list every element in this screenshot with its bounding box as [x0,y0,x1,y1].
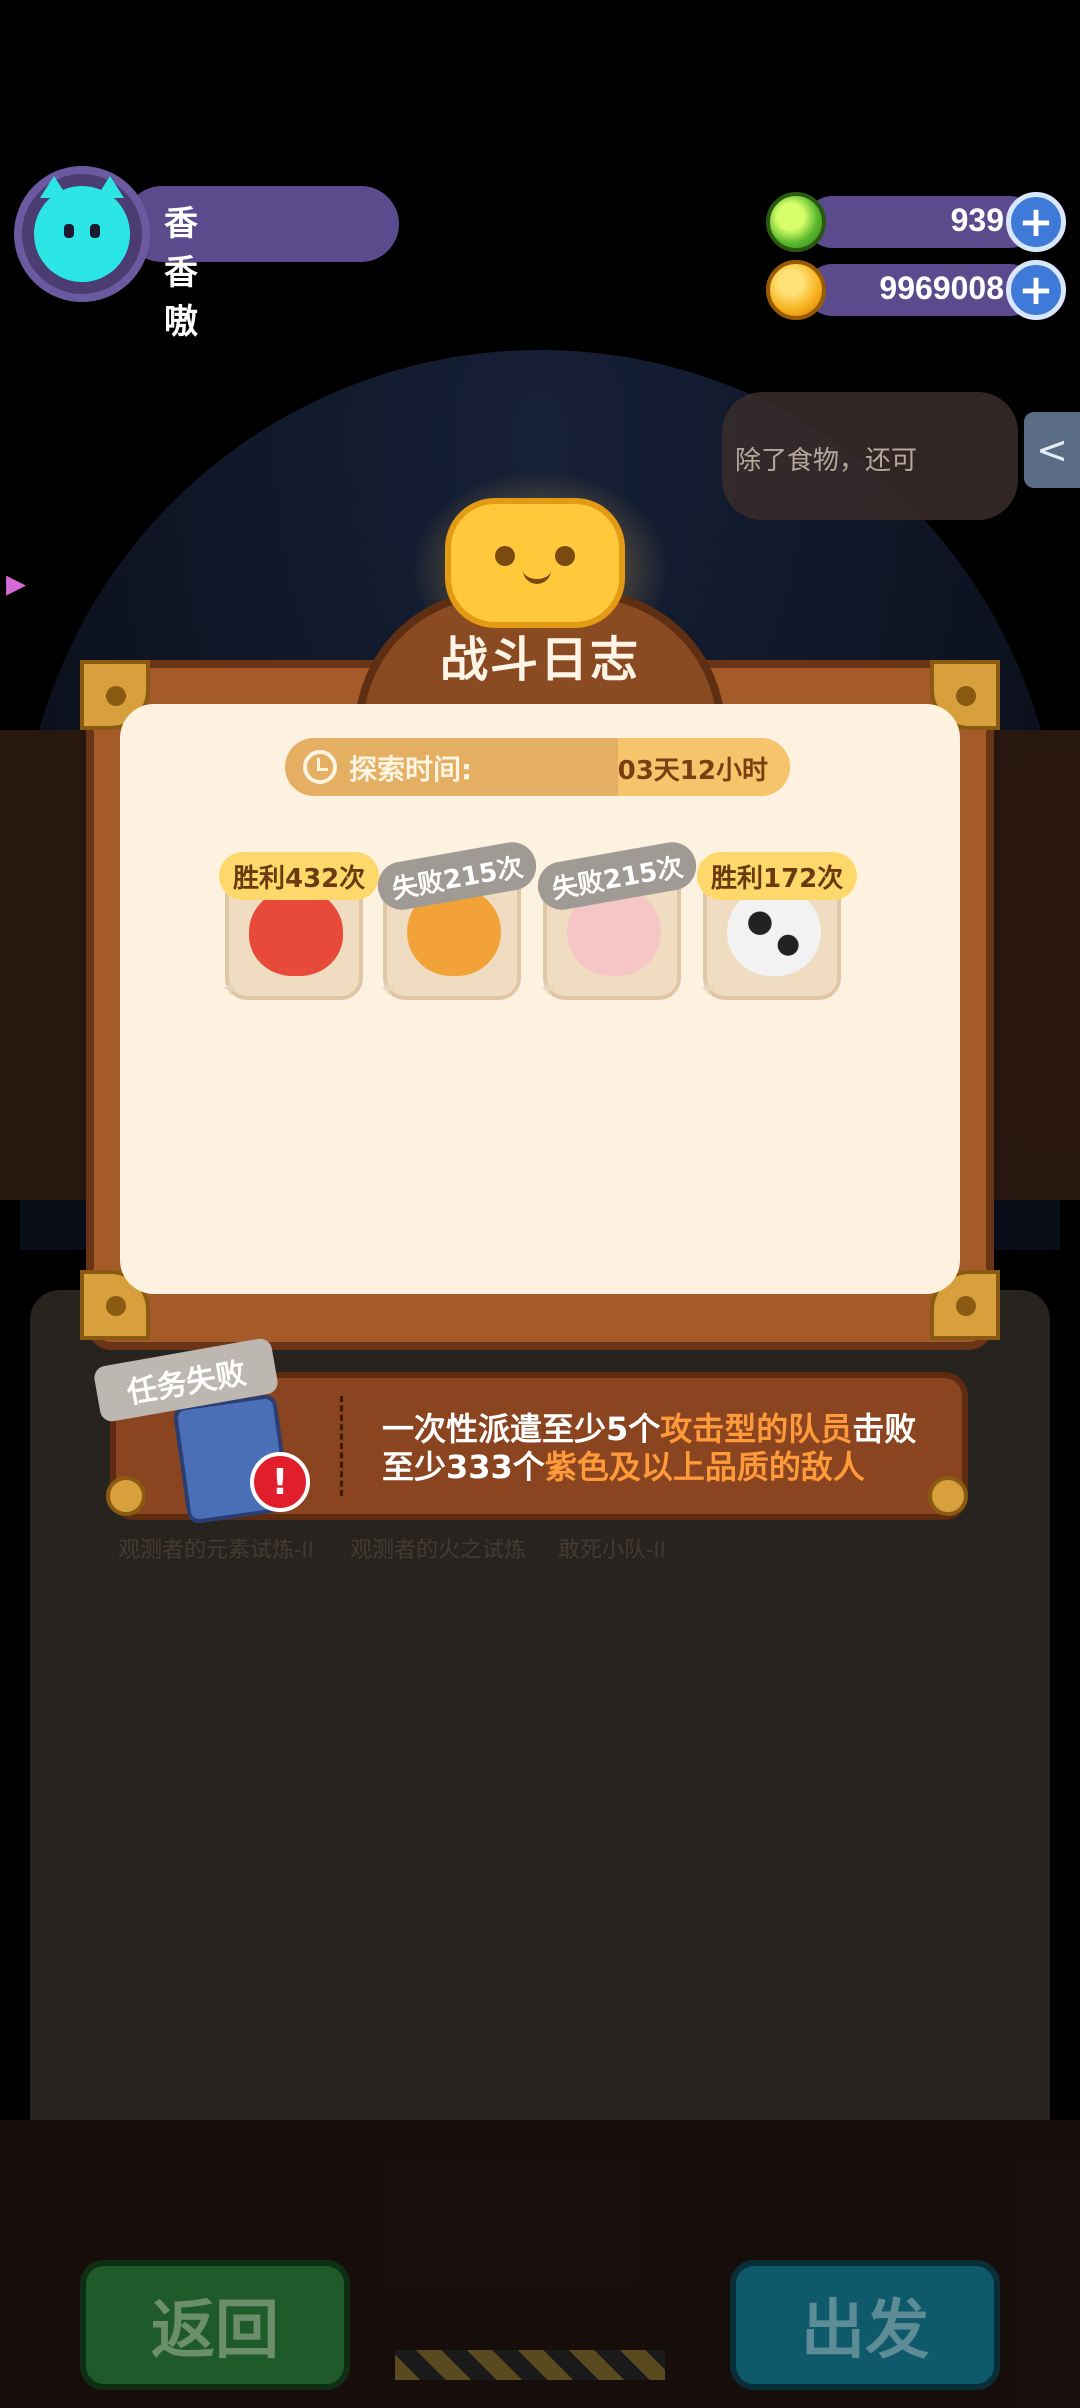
avatar[interactable] [14,166,150,302]
dialog-title: 战斗日志 [439,632,640,688]
explore-time-value: 03天12小时 [617,756,768,786]
cat-avatar-icon [34,176,130,282]
planet-coin-icon [766,260,826,320]
food-card-pink-candy[interactable]: 失败215次 ✦ [534,838,701,1002]
result-tag-win: 胜利172次 [697,852,858,900]
food-card-cow-candy[interactable]: 胜利172次 ✦ [697,852,858,1002]
hazard-stripe [395,2350,665,2380]
clock-icon [303,750,337,784]
side-drawer-arrow-icon[interactable]: ▸ [6,560,26,606]
battle-results-list: 胜利432次 ✦ 失败215次 ✦ 失败215次 ✦ 胜利172次 ✦ [219,838,858,1002]
food-card-croissant[interactable]: 失败215次 ✦ [374,838,541,1002]
gem-icon [766,192,826,252]
depart-button[interactable]: 出发 [730,2260,1000,2390]
gem-currency: 939 + [766,192,1066,252]
smiley-mascot-icon [445,498,625,628]
alert-icon: ! [250,1452,310,1512]
add-coin-button[interactable]: + [1006,260,1066,320]
back-button[interactable]: 返回 [80,2260,350,2390]
coin-value: 9969008 [879,270,1004,306]
cow-candy-icon [727,888,821,976]
explore-time-pill: 探索时间: 03天12小时 [285,738,790,796]
battle-log-dialog: 战斗日志 探索时间: 03天12小时 胜利432次 ✦ 失败215次 ✦ 失败2… [80,470,1000,1350]
share-icon[interactable]: < [1024,412,1080,488]
add-gem-button[interactable]: + [1006,192,1066,252]
coin-currency: 9969008 + [766,260,1066,320]
banner-corner-icon [106,1476,146,1516]
food-card-strawberry[interactable]: 胜利432次 ✦ [219,852,380,1002]
strawberry-icon [249,888,343,976]
explore-time-label: 探索时间: [349,753,473,786]
mission-description: 一次性派遣至少5个攻击型的队员击败至少333个紫色及以上品质的敌人 [382,1410,917,1486]
result-tag-win: 胜利432次 [219,852,380,900]
gem-value: 939 [950,202,1004,238]
player-name: 香香嗷 [164,204,198,342]
mission-divider [340,1396,343,1496]
